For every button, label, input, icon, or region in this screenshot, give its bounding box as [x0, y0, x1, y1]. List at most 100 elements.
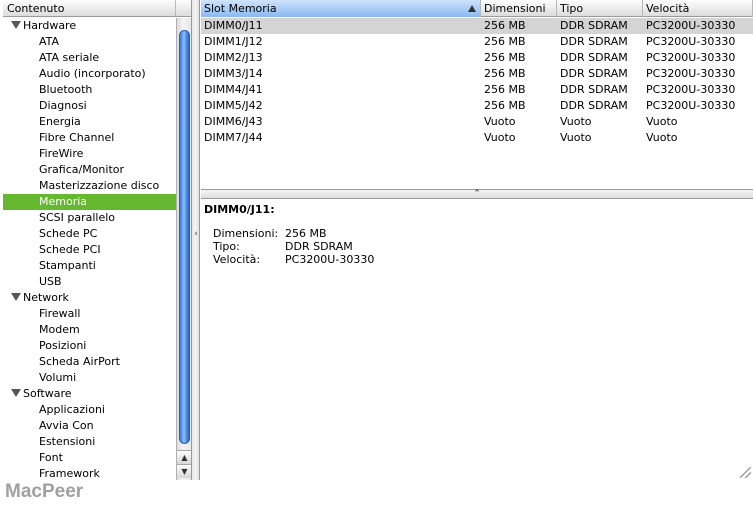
table-cell: DIMM4/J41 — [204, 83, 263, 96]
table-cell: Vuoto — [560, 131, 592, 144]
sidebar-item[interactable]: Modem — [3, 322, 176, 338]
sidebar-item-label: Audio (incorporato) — [39, 67, 146, 80]
table-cell: DDR SDRAM — [560, 35, 628, 48]
sidebar-item[interactable]: ATA seriale — [3, 50, 176, 66]
column-header[interactable]: Tipo — [557, 0, 643, 17]
scroll-down-arrow-icon[interactable]: ▼ — [177, 464, 191, 478]
sidebar-item-label: Volumi — [39, 371, 77, 384]
sidebar-item[interactable]: Firewall — [3, 306, 176, 322]
sidebar-item[interactable]: Masterizzazione disco — [3, 178, 176, 194]
sidebar-item-label: Masterizzazione disco — [39, 179, 160, 192]
table-row[interactable]: DIMM1/J12 256 MB DDR SDRAM PC3200U-30330 — [201, 34, 753, 50]
sidebar-scrollbar[interactable]: ▲ ▼ — [176, 18, 191, 480]
table-row[interactable]: DIMM2/J13 256 MB DDR SDRAM PC3200U-30330 — [201, 50, 753, 66]
sidebar-item-label: Energia — [39, 115, 81, 128]
table-cell: DDR SDRAM — [560, 83, 628, 96]
sidebar-category[interactable]: Software — [3, 386, 176, 402]
sidebar-scrollbar-thumb[interactable] — [179, 30, 190, 444]
sidebar-header[interactable]: Contenuto — [3, 0, 176, 17]
sidebar-item[interactable]: Applicazioni — [3, 402, 176, 418]
column-header-label: Dimensioni — [484, 2, 546, 15]
sidebar-item[interactable]: Avvia Con — [3, 418, 176, 434]
table-cell: 256 MB — [484, 83, 526, 96]
sidebar-item[interactable]: Estensioni — [3, 434, 176, 450]
table-row[interactable]: DIMM7/J44 Vuoto Vuoto Vuoto — [201, 130, 753, 146]
footer: MacPeer — [0, 480, 753, 506]
sidebar-item[interactable]: Grafica/Monitor — [3, 162, 176, 178]
sidebar-item[interactable]: Posizioni — [3, 338, 176, 354]
sidebar-item-label: FireWire — [39, 147, 84, 160]
detail-pane: DIMM0/J11: Dimensioni: 256 MB Tipo: DDR SDR… — [201, 200, 753, 480]
sidebar-item-label: Memoria — [39, 195, 88, 208]
sidebar-item[interactable]: Stampanti — [3, 258, 176, 274]
table-cell: Vuoto — [646, 115, 678, 128]
detail-field-label: Tipo: — [213, 240, 240, 253]
disclosure-triangle-icon[interactable] — [11, 389, 21, 397]
table-cell: DDR SDRAM — [560, 67, 628, 80]
sidebar-item[interactable]: Font — [3, 450, 176, 466]
sidebar-item-label: Stampanti — [39, 259, 96, 272]
table-row[interactable]: DIMM0/J11 256 MB DDR SDRAM PC3200U-30330 — [201, 18, 753, 34]
sidebar-item-label: Font — [39, 451, 63, 464]
sidebar-item[interactable]: Schede PCI — [3, 242, 176, 258]
sidebar-item[interactable]: Volumi — [3, 370, 176, 386]
sidebar-item[interactable]: Schede PC — [3, 226, 176, 242]
sidebar-item-label: Fibre Channel — [39, 131, 115, 144]
column-header[interactable]: Velocità — [643, 0, 753, 17]
sidebar-item-label: USB — [39, 275, 62, 288]
sidebar-item[interactable]: Bluetooth — [3, 82, 176, 98]
sidebar-item[interactable]: Scheda AirPort — [3, 354, 176, 370]
table-cell: DIMM2/J13 — [204, 51, 263, 64]
sidebar-item[interactable]: Framework — [3, 466, 176, 480]
table-cell: PC3200U-30330 — [646, 99, 736, 112]
pane-divider[interactable]: ‹ — [192, 0, 200, 480]
table-cell: PC3200U-30330 — [646, 51, 736, 64]
sidebar-item[interactable]: SCSI parallelo — [3, 210, 176, 226]
detail-field-value: DDR SDRAM — [285, 240, 353, 253]
split-handle-icon[interactable]: ⌃ — [201, 190, 753, 199]
scroll-up-arrow-icon[interactable]: ▲ — [177, 450, 191, 464]
resize-grip-icon[interactable] — [740, 467, 751, 478]
sidebar-item[interactable]: ATA — [3, 34, 176, 50]
column-header-label: Tipo — [560, 2, 584, 15]
table-row[interactable]: DIMM4/J41 256 MB DDR SDRAM PC3200U-30330 — [201, 82, 753, 98]
column-header[interactable]: Slot Memoria — [201, 0, 481, 17]
table-cell: DIMM1/J12 — [204, 35, 263, 48]
disclosure-triangle-icon[interactable] — [11, 293, 21, 301]
sidebar-item[interactable]: Audio (incorporato) — [3, 66, 176, 82]
sidebar-item-label: ATA — [39, 35, 60, 48]
table-cell: PC3200U-30330 — [646, 67, 736, 80]
sidebar-item-label: Software — [23, 387, 72, 400]
table-cell: 256 MB — [484, 67, 526, 80]
table-cell: PC3200U-30330 — [646, 19, 736, 32]
table-cell: Vuoto — [560, 115, 592, 128]
table-row[interactable]: DIMM5/J42 256 MB DDR SDRAM PC3200U-30330 — [201, 98, 753, 114]
sidebar-category[interactable]: Hardware — [3, 18, 176, 34]
macpeer-logo: MacPeer — [5, 481, 84, 502]
sidebar-item[interactable]: FireWire — [3, 146, 176, 162]
sidebar-item[interactable]: Diagnosi — [3, 98, 176, 114]
column-header[interactable]: Dimensioni — [481, 0, 557, 17]
sidebar-item-label: Grafica/Monitor — [39, 163, 125, 176]
sidebar-item[interactable]: USB — [3, 274, 176, 290]
sidebar-item-label: Schede PC — [39, 227, 98, 240]
disclosure-triangle-icon[interactable] — [11, 21, 21, 29]
table-cell: 256 MB — [484, 35, 526, 48]
table-row[interactable]: DIMM3/J14 256 MB DDR SDRAM PC3200U-30330 — [201, 66, 753, 82]
detail-field-value: 256 MB — [285, 227, 327, 240]
table-row[interactable]: DIMM6/J43 Vuoto Vuoto Vuoto — [201, 114, 753, 130]
table-header: Slot Memoria Dimensioni Tipo Velocità — [201, 0, 753, 17]
sidebar-category[interactable]: Network — [3, 290, 176, 306]
sidebar-item[interactable]: Memoria — [3, 194, 176, 210]
table-cell: DDR SDRAM — [560, 99, 628, 112]
sidebar-item-label: Network — [23, 291, 69, 304]
sidebar-item-label: Schede PCI — [39, 243, 101, 256]
sidebar-item[interactable]: Fibre Channel — [3, 130, 176, 146]
table-cell: 256 MB — [484, 51, 526, 64]
table-cell: Vuoto — [484, 131, 516, 144]
detail-field-label: Velocità: — [213, 253, 261, 266]
table-body: DIMM0/J11 256 MB DDR SDRAM PC3200U-30330 DIM… — [201, 18, 753, 146]
sidebar-item[interactable]: Energia — [3, 114, 176, 130]
table-cell: 256 MB — [484, 99, 526, 112]
sidebar-item-label: Hardware — [23, 19, 77, 32]
